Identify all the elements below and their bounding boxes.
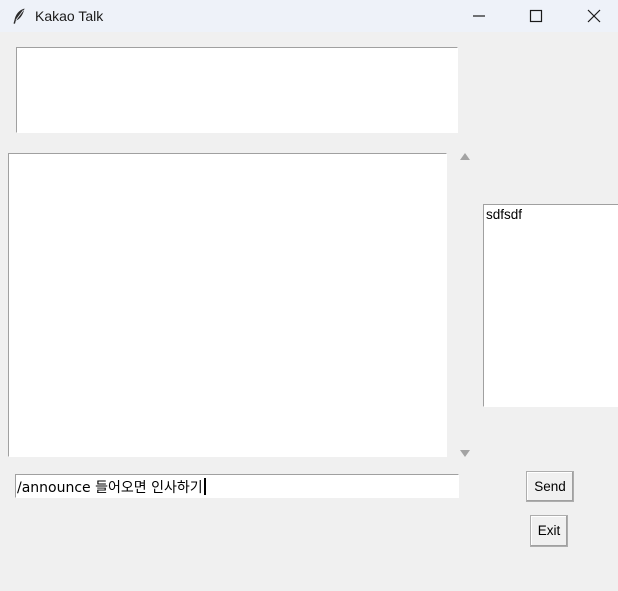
- maximize-button[interactable]: [513, 0, 559, 32]
- scroll-down-arrow-icon[interactable]: [460, 450, 470, 457]
- send-button[interactable]: Send: [526, 471, 574, 502]
- feather-icon: [10, 7, 28, 25]
- maximize-icon: [529, 9, 543, 23]
- text-cursor: [203, 478, 206, 495]
- user-list[interactable]: sdfsdf: [483, 204, 618, 407]
- chat-scrollbar[interactable]: [457, 148, 474, 461]
- minimize-icon: [473, 15, 485, 17]
- message-input-value: /announce 들어오면 인사하기: [17, 480, 203, 496]
- window-title: Kakao Talk: [35, 8, 104, 24]
- header-text-box[interactable]: [16, 47, 458, 133]
- close-button[interactable]: [571, 0, 617, 32]
- close-icon: [587, 9, 601, 23]
- title-bar[interactable]: Kakao Talk: [0, 0, 618, 32]
- app-window: Kakao Talk sdfsdf /announce 들어오면 인사하기 Se…: [0, 0, 618, 591]
- minimize-button[interactable]: [456, 0, 502, 32]
- message-input[interactable]: /announce 들어오면 인사하기: [15, 474, 459, 498]
- user-list-item[interactable]: sdfsdf: [486, 207, 618, 223]
- exit-button[interactable]: Exit: [530, 515, 568, 547]
- scroll-up-arrow-icon[interactable]: [460, 153, 470, 160]
- chat-display[interactable]: [8, 153, 447, 457]
